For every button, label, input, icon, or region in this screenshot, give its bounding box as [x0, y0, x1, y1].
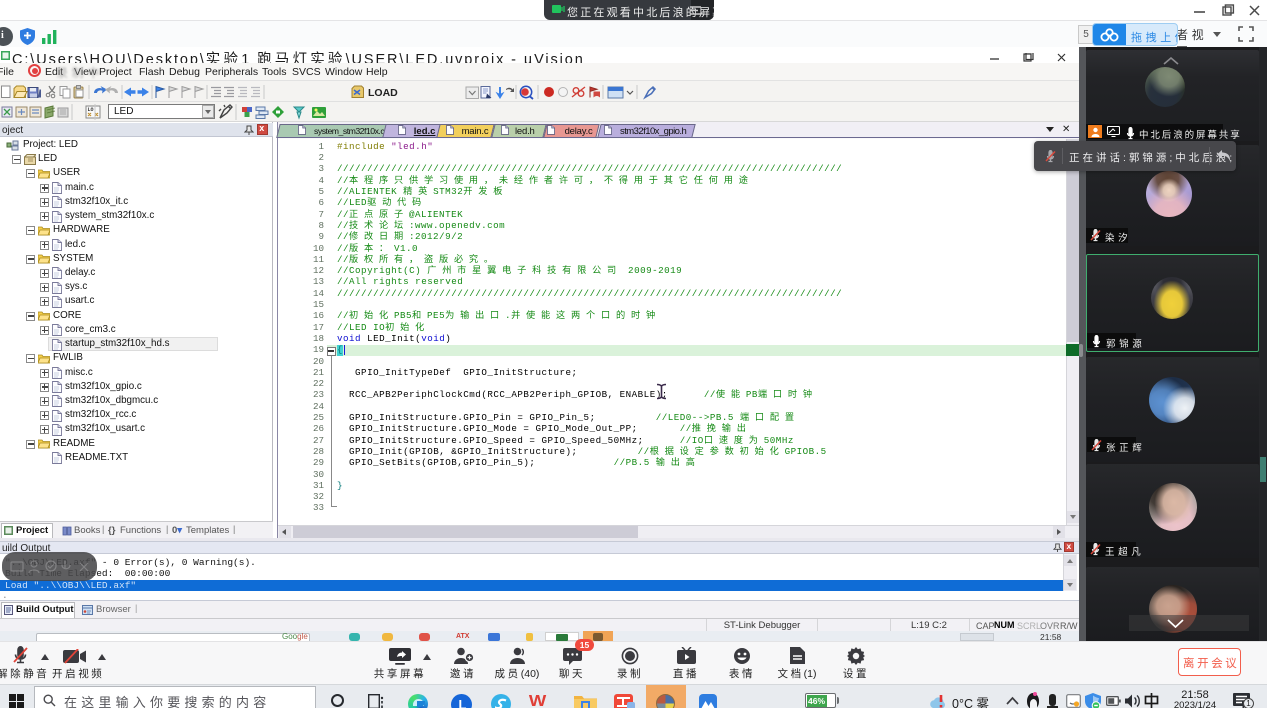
svg-text:LOAD: LOAD — [368, 87, 398, 99]
svg-text:LO: LO — [88, 107, 94, 113]
